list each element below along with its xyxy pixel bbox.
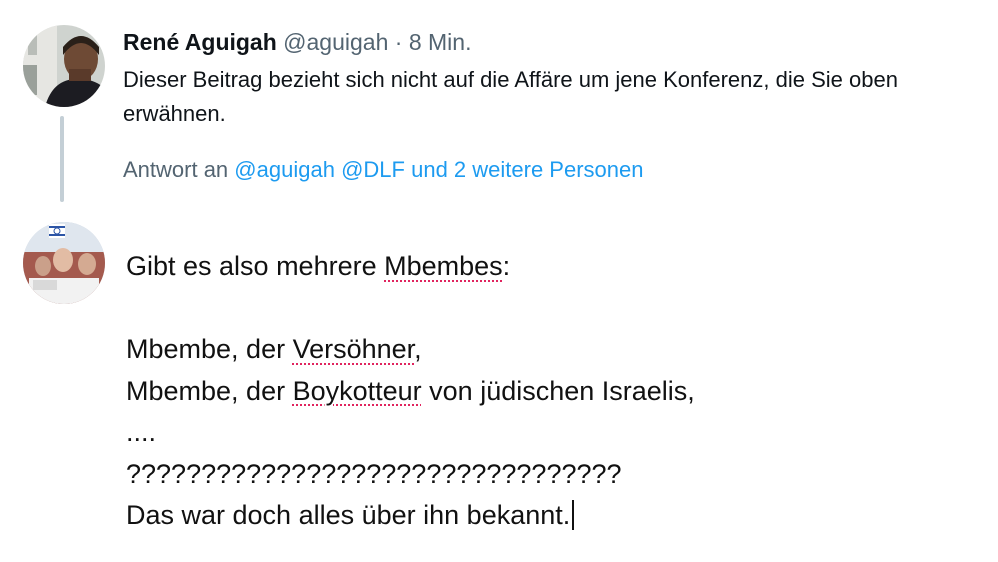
misspelled-word: Versöhner [292, 334, 415, 364]
tweet-text: Dieser Beitrag bezieht sich nicht auf di… [123, 67, 898, 126]
composer-line-5: .... [126, 417, 157, 447]
author-handle[interactable]: @aguigah [283, 29, 388, 55]
misspelled-word: Boykotteur [292, 375, 422, 406]
author-avatar[interactable] [23, 25, 105, 107]
author-name[interactable]: René Aguigah [123, 29, 277, 55]
composer-text: Mbembe, der [126, 375, 293, 406]
author-avatar-photo [23, 25, 105, 107]
thread-connector-line [60, 116, 64, 202]
misspelled-word: Mbembes [384, 251, 503, 281]
tweet-timestamp[interactable]: 8 Min. [409, 29, 472, 55]
composer-line-1: Gibt es also mehrere Mbembes: [126, 246, 966, 288]
mention-dlf[interactable]: @DLF [341, 157, 405, 182]
mention-aguigah[interactable]: @aguigah [234, 157, 335, 182]
composer-line-4: Mbembe, der Boykotteur von jüdischen Isr… [126, 371, 966, 413]
reply-author-avatar-photo [23, 222, 105, 304]
composer-line-3: Mbembe, der Versöhner, [126, 329, 966, 371]
reply-author-avatar[interactable] [23, 222, 105, 304]
composer-text: : [502, 251, 511, 281]
tweet-header: René Aguigah @aguigah · 8 Min. [123, 28, 471, 56]
composer-text: von jüdischen Israelis, [421, 375, 695, 406]
composer-text: Gibt es also mehrere [126, 251, 385, 281]
reply-context-prefix: Antwort an [123, 157, 229, 182]
composer-text: Mbembe, der [126, 334, 293, 364]
reply-composer[interactable]: Gibt es also mehrere Mbembes: Mbembe, de… [126, 246, 966, 537]
composer-text: Das war doch alles über ihn bekannt. [126, 500, 571, 530]
reply-context: Antwort an @aguigah @DLF und 2 weitere P… [123, 155, 643, 185]
composer-text: , [414, 334, 422, 364]
header-separator: · [394, 29, 403, 55]
more-recipients-link[interactable]: und 2 weitere Personen [411, 157, 643, 182]
composer-line-2 [126, 288, 966, 330]
composer-line-6: ????????????????????????????????? [126, 458, 622, 489]
text-cursor [572, 500, 575, 530]
composer-line-7: Das war doch alles über ihn bekannt. [126, 495, 966, 537]
